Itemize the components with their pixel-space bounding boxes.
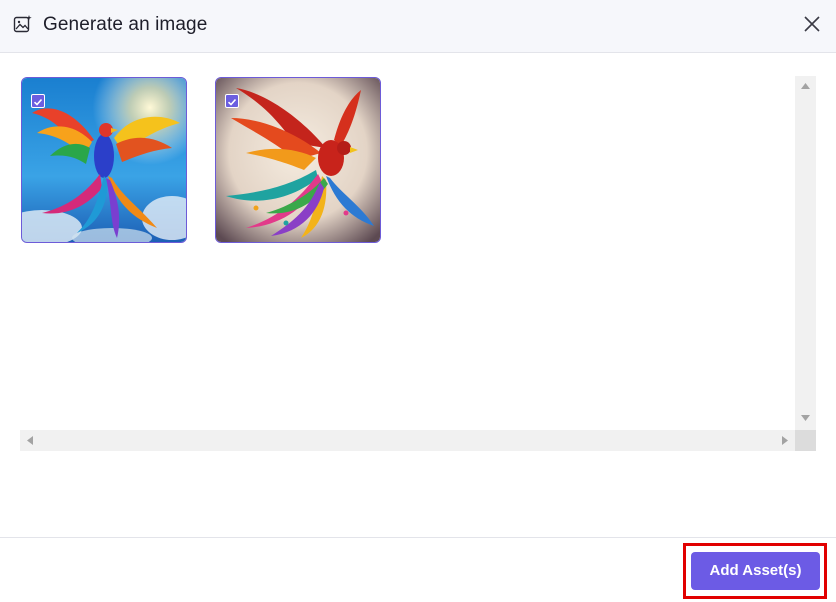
generated-image-1[interactable] [21, 77, 187, 243]
selected-checkbox[interactable] [225, 94, 239, 108]
scrollbar-corner [795, 430, 816, 451]
generated-image-2[interactable] [215, 77, 381, 243]
phoenix-sky-image [22, 78, 186, 242]
footer-divider [0, 537, 836, 538]
dialog-title: Generate an image [43, 14, 208, 35]
image-gallery [20, 76, 816, 451]
horizontal-scrollbar[interactable] [20, 430, 795, 451]
scroll-right-icon[interactable] [782, 436, 788, 445]
phoenix-red-image [216, 78, 380, 242]
close-icon[interactable] [800, 12, 824, 36]
scroll-down-icon[interactable] [801, 415, 810, 421]
check-icon [33, 98, 43, 106]
image-sparkle-icon [13, 15, 32, 33]
scroll-up-icon[interactable] [801, 83, 810, 89]
selected-checkbox[interactable] [31, 94, 45, 108]
vertical-scrollbar[interactable] [795, 76, 816, 430]
check-icon [227, 98, 237, 106]
add-assets-button[interactable]: Add Asset(s) [691, 552, 820, 590]
scroll-left-icon[interactable] [27, 436, 33, 445]
dialog-header: Generate an image [0, 0, 836, 53]
